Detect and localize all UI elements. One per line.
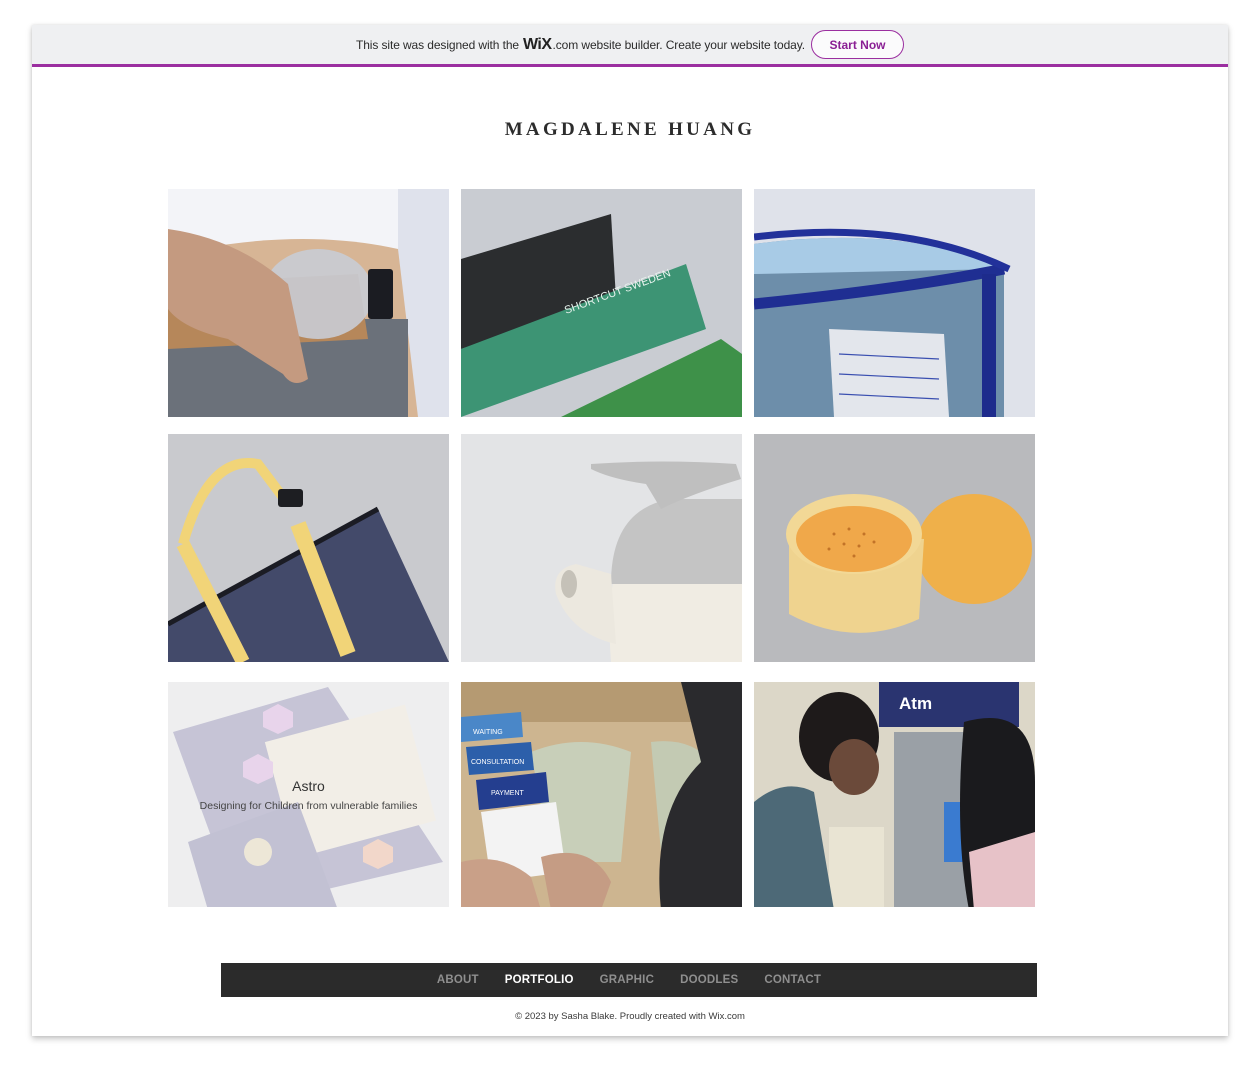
- consultation-label: CONSULTATION: [471, 759, 524, 766]
- steamer-photo: [754, 434, 1035, 662]
- kettle-photo: [461, 434, 742, 662]
- wix-promo-banner: This site was designed with the WiX .com…: [32, 25, 1228, 67]
- nav-graphic[interactable]: GRAPHIC: [600, 974, 654, 986]
- atm-sign: Atm: [899, 694, 932, 713]
- waiting-label: WAITING: [473, 729, 503, 736]
- nav-contact[interactable]: CONTACT: [764, 974, 821, 986]
- nav-doodles[interactable]: DOODLES: [680, 974, 738, 986]
- gallery-item-bag-holder[interactable]: [754, 189, 1035, 417]
- astro-hover-overlay: Astro Designing for Children from vulner…: [168, 682, 449, 907]
- gallery-item-atm[interactable]: Atm: [754, 682, 1035, 907]
- queue-cards-photo: WAITING CONSULTATION PAYMENT: [461, 682, 742, 907]
- bag-holder-photo: [754, 189, 1035, 417]
- banner-text-after: .com website builder. Create your websit…: [552, 37, 806, 52]
- gallery-item-shortcut-boxes[interactable]: SHORTCUT SWEDEN: [461, 189, 742, 417]
- shortcut-boxes-photo: SHORTCUT SWEDEN: [461, 189, 742, 417]
- gallery-item-tote-bag[interactable]: [168, 434, 449, 662]
- site-title[interactable]: MAGDALENE HUANG: [32, 119, 1228, 141]
- project-title: Astro: [292, 777, 325, 794]
- nav-portfolio[interactable]: PORTFOLIO: [505, 974, 574, 986]
- gallery-item-steamer[interactable]: [754, 434, 1035, 662]
- project-subtitle: Designing for Children from vulnerable f…: [199, 799, 418, 812]
- portfolio-gallery: SHORTCUT SWEDEN Astro Designing for Chil…: [168, 189, 1035, 907]
- ostomy-bag-photo: [168, 189, 449, 417]
- tote-bag-photo: [168, 434, 449, 662]
- copyright-text: © 2023 by Sasha Blake. Proudly created w…: [515, 1011, 745, 1022]
- start-now-button[interactable]: Start Now: [811, 30, 904, 59]
- gallery-item-kettle[interactable]: [461, 434, 742, 662]
- banner-text-before: This site was designed with the: [355, 37, 519, 52]
- gallery-item-queue-cards[interactable]: WAITING CONSULTATION PAYMENT: [461, 682, 742, 907]
- payment-label: PAYMENT: [491, 790, 525, 797]
- atm-photo: Atm: [754, 682, 1035, 907]
- browser-window: This site was designed with the WiX .com…: [32, 25, 1228, 1036]
- footer-navigation: ABOUT PORTFOLIO GRAPHIC DOODLES CONTACT: [221, 963, 1037, 997]
- nav-about[interactable]: ABOUT: [437, 974, 479, 986]
- gallery-item-astro[interactable]: Astro Designing for Children from vulner…: [168, 682, 449, 907]
- gallery-item-ostomy[interactable]: [168, 189, 449, 417]
- wix-logo[interactable]: WiX: [523, 36, 552, 54]
- banner-text: This site was designed with the WiX .com…: [356, 36, 805, 54]
